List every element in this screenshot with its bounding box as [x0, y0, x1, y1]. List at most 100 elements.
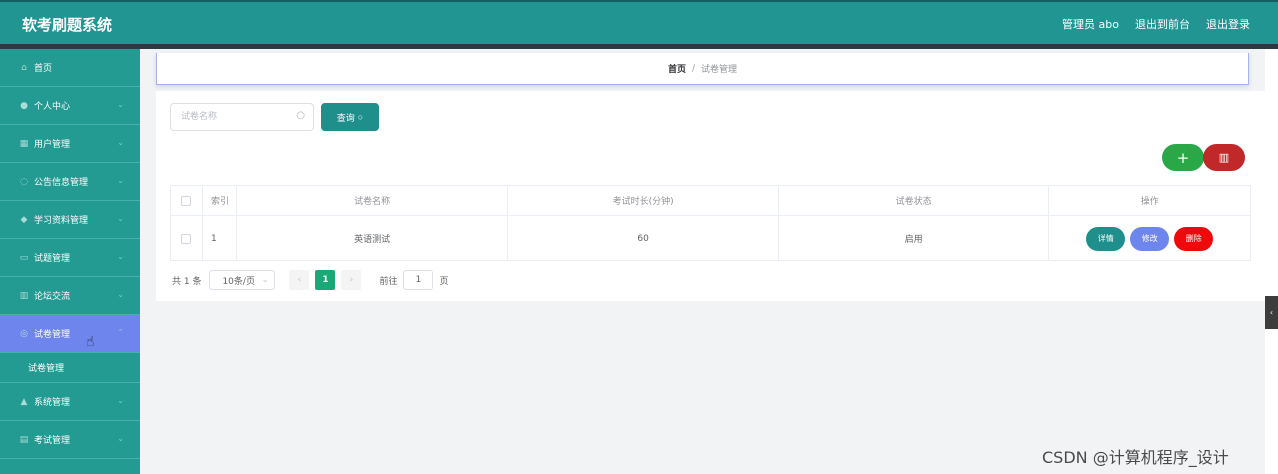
chevron-left-icon: ‹: [1269, 308, 1274, 317]
header-links: 管理员 abo 退出到前台 退出登录: [1062, 16, 1250, 32]
trash-icon: ▥: [1218, 151, 1230, 164]
batch-delete-button[interactable]: ▥: [1203, 144, 1245, 171]
breadcrumb: 首页 / 试卷管理: [156, 53, 1249, 85]
sidebar-item-label: 论坛交流: [34, 292, 71, 302]
chevron-down-icon: ⌄: [117, 176, 124, 185]
page-size-select[interactable]: 10条/页 ⌄: [209, 270, 276, 290]
sidebar-item-announcements[interactable]: ◌ 公告信息管理 ⌄: [0, 163, 140, 201]
breadcrumb-home[interactable]: 首页: [668, 62, 686, 75]
sidebar-item-exams[interactable]: ▤ 考试管理 ⌄: [0, 421, 140, 459]
sidebar-item-label: 学习资料管理: [34, 216, 89, 226]
cell-status: 启用: [779, 216, 1050, 261]
search-icon: ○: [296, 110, 305, 121]
logout-link[interactable]: 退出登录: [1206, 16, 1250, 32]
sidebar: ⌂ 首页 ● 个人中心 ⌄ ▦ 用户管理 ⌄ ◌ 公告信息管理 ⌄ ◆ 学习资料…: [0, 49, 140, 474]
header-actions: 操作: [1140, 197, 1159, 207]
select-all-checkbox[interactable]: [181, 195, 192, 206]
edit-button[interactable]: 修改: [1130, 226, 1170, 251]
admin-user-label[interactable]: 管理员 abo: [1062, 16, 1119, 32]
goto-page-input[interactable]: 1: [403, 270, 434, 290]
chevron-up-icon: ⌃: [117, 328, 124, 337]
sidebar-item-label: 系统管理: [34, 398, 71, 408]
row-checkbox-cell: [171, 216, 203, 261]
sidebar-item-label: 用户管理: [34, 140, 71, 150]
goto-label: 前往: [379, 276, 398, 287]
page-size-value: 10条/页: [222, 276, 255, 287]
detail-button[interactable]: 详情: [1086, 226, 1126, 251]
paper-name-input[interactable]: [171, 104, 281, 130]
sidebar-item-label: 公告信息管理: [34, 178, 89, 188]
hand-cursor-icon: ☝: [86, 334, 95, 350]
chevron-down-icon: ⌄: [117, 138, 124, 147]
page-unit-label: 页: [439, 276, 449, 287]
table-row: 1 英语测试 60 启用 详情 修改 删除: [171, 216, 1250, 261]
chevron-left-icon: ‹: [297, 275, 302, 285]
header-status: 试卷状态: [779, 186, 1050, 215]
exam-icon: ▤: [19, 434, 29, 445]
header-paper-name: 试卷名称: [237, 186, 509, 215]
sidebar-item-system[interactable]: ▲ 系统管理 ⌄: [0, 383, 140, 421]
plus-icon: +: [1176, 148, 1190, 167]
chevron-down-icon: ⌄: [261, 275, 269, 284]
query-button[interactable]: 查询 ○: [321, 103, 379, 131]
sidebar-item-questions[interactable]: ▭ 试题管理 ⌄: [0, 239, 140, 277]
home-icon: ⌂: [21, 62, 27, 73]
header-checkbox-cell: [171, 186, 203, 215]
sidebar-item-forum[interactable]: ▥ 论坛交流 ⌄: [0, 277, 140, 315]
sidebar-item-label: 试卷管理: [34, 330, 71, 340]
sidebar-item-label: 试题管理: [34, 254, 71, 264]
sidebar-item-home[interactable]: ⌂ 首页: [0, 49, 140, 87]
chevron-down-icon: ⌄: [117, 214, 124, 223]
collapse-panel-handle[interactable]: ‹: [1265, 296, 1278, 329]
content-card: ○ 查询 ○ + ▥ 索引 试卷名称 考试时长(分钟) 试卷状态 操作 1 英语…: [156, 91, 1265, 301]
app-title: 软考刷题系统: [22, 16, 113, 34]
pagination-total: 共 1 条: [172, 276, 202, 287]
table-header-row: 索引 试卷名称 考试时长(分钟) 试卷状态 操作: [171, 186, 1250, 216]
next-page-button[interactable]: ›: [341, 270, 362, 290]
search-field[interactable]: ○: [170, 103, 314, 131]
chevron-down-icon: ⌄: [117, 290, 124, 299]
papers-table: 索引 试卷名称 考试时长(分钟) 试卷状态 操作 1 英语测试 60 启用 详情…: [170, 185, 1251, 261]
main-content: 首页 / 试卷管理 ○ 查询 ○ + ▥ 索引 试卷名称 考试时长(分钟) 试卷…: [140, 49, 1265, 474]
add-button[interactable]: +: [1162, 144, 1204, 171]
cell-paper-name: 英语测试: [237, 216, 509, 261]
search-icon: ○: [357, 112, 364, 122]
header-index: 索引: [203, 186, 237, 215]
sidebar-item-users[interactable]: ▦ 用户管理 ⌄: [0, 125, 140, 163]
chevron-down-icon: ⌄: [117, 252, 124, 261]
sidebar-item-label: 考试管理: [34, 436, 71, 446]
book-icon: ◆: [20, 214, 28, 225]
breadcrumb-separator: /: [691, 63, 696, 74]
chevron-down-icon: ⌄: [117, 434, 124, 443]
bell-icon: ◌: [20, 176, 28, 187]
row-checkbox[interactable]: [181, 233, 192, 244]
sidebar-item-study-materials[interactable]: ◆ 学习资料管理 ⌄: [0, 201, 140, 239]
sidebar-item-profile[interactable]: ● 个人中心 ⌄: [0, 87, 140, 125]
back-to-frontend-link[interactable]: 退出到前台: [1135, 16, 1190, 32]
cell-actions: 详情 修改 删除: [1049, 216, 1250, 261]
prev-page-button[interactable]: ‹: [289, 270, 310, 290]
submenu-item-papers[interactable]: 试卷管理: [0, 353, 140, 383]
breadcrumb-current: 试卷管理: [701, 65, 738, 75]
sidebar-item-papers[interactable]: ◎ 试卷管理 ⌃: [0, 315, 140, 353]
top-header: 软考刷题系统 管理员 abo 退出到前台 退出登录: [0, 0, 1278, 44]
chevron-down-icon: ⌄: [117, 396, 124, 405]
cell-duration: 60: [508, 216, 779, 261]
forum-icon: ▥: [19, 290, 29, 301]
watermark: CSDN @计算机程序_设计: [1042, 448, 1229, 467]
users-icon: ▦: [19, 138, 29, 149]
pagination: 共 1 条 10条/页 ⌄ ‹ 1 › 前往 1 页: [172, 270, 448, 290]
query-button-label: 查询: [336, 112, 355, 123]
settings-icon: ▲: [20, 396, 28, 407]
user-icon: ●: [20, 100, 28, 111]
sidebar-item-label: 首页: [34, 64, 53, 74]
header-duration: 考试时长(分钟): [508, 186, 779, 215]
delete-button[interactable]: 删除: [1174, 226, 1214, 251]
paper-icon: ◎: [20, 328, 28, 339]
page-number-1[interactable]: 1: [315, 270, 336, 290]
chevron-down-icon: ⌄: [117, 100, 124, 109]
question-icon: ▭: [19, 252, 29, 263]
chevron-right-icon: ›: [349, 275, 354, 285]
sidebar-item-label: 个人中心: [34, 102, 71, 112]
cell-index: 1: [203, 216, 237, 261]
